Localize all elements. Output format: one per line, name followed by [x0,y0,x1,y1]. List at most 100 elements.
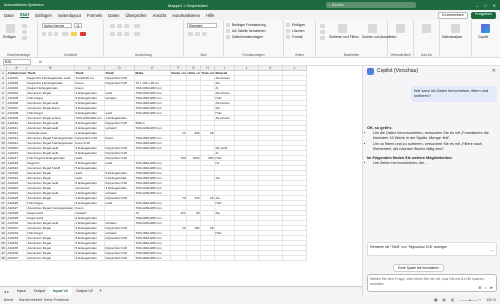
font-color-icon[interactable] [80,32,86,36]
accessibility-status[interactable]: Barrierefreiheit: Keine Probleme [19,298,69,302]
align-center-icon[interactable] [117,32,122,36]
sort-filter-icon[interactable] [338,24,347,33]
autosave-toggle[interactable]: Automatisches Speichern [4,3,44,7]
tab-seitenlayout[interactable]: Seitenlayout [58,13,81,18]
tab-formeln[interactable]: Formeln [87,13,102,18]
row-header[interactable]: 38 [0,256,7,261]
tab-einfuegen[interactable]: Einfügen [35,13,52,18]
maximize-button[interactable]: □ [484,3,486,8]
font-size-select[interactable]: 11 [74,23,82,28]
zoom-level[interactable]: 100 % [486,298,496,302]
format-as-table-button[interactable]: Als Tabelle formatieren [232,29,265,33]
percent-icon[interactable] [195,32,200,36]
tab-datei[interactable]: Datei [4,13,14,18]
tab-daten[interactable]: Daten [108,13,119,18]
tab-start[interactable]: Start [19,12,30,18]
suggestion-card[interactable]: Elemente mit "Titel3" von "Kippschutz K1… [367,242,497,256]
sheet-nav-icon[interactable]: ◂ ▸ [4,289,9,294]
tab-ansicht[interactable]: Ansicht [152,13,166,18]
addins-icon[interactable] [422,24,431,33]
answer-item: Um die Daten hervorzuheben, versuchen Si… [373,131,497,141]
format-painter-icon[interactable] [22,36,27,40]
table-cell[interactable]: A10037 [7,256,27,261]
close-icon[interactable]: ✕ [492,68,496,74]
font-name-select[interactable]: Aptos Narrow [42,23,72,28]
copy-icon[interactable] [22,30,27,34]
close-button[interactable]: ✕ [493,3,496,8]
underline-icon[interactable] [54,32,58,36]
bold-first-column-button[interactable]: Erste Spalte fett formatieren [393,264,445,272]
search-box[interactable]: ⌕ Suchen [325,2,416,8]
conditional-formatting-button[interactable]: Bedingte Formatierung [232,23,266,27]
copilot-input[interactable]: Stellen Sie eine Frage, oder teilen Sie … [367,274,497,292]
insert-cells-button[interactable]: Einfügen [292,23,305,27]
table-cell[interactable]: 700x1840x280 mm [135,256,171,261]
copilot-icon[interactable] [481,24,490,33]
clear-icon[interactable] [320,36,325,40]
cells-group: Einfügen Löschen Format Zellen [284,20,316,58]
delete-cells-button[interactable]: Löschen [292,29,304,33]
page-break-icon[interactable]: ▥ [451,298,454,302]
tab-automatisieren[interactable]: Automatisieren [172,13,200,18]
fx-icon[interactable]: fx [39,59,42,64]
copilot-title: Copilot (Vorschau) [377,68,419,74]
align-bottom-icon[interactable] [124,24,129,28]
share-button[interactable]: Freigeben [470,11,496,19]
comments-button[interactable]: Kommentare [438,11,468,19]
cut-icon[interactable] [22,24,27,28]
cell-styles-button[interactable]: Zellenformatvorlagen [232,35,263,39]
fill-color-icon[interactable] [71,32,77,36]
number-format-select[interactable]: Standard [187,23,217,28]
format-cells-button[interactable]: Format [292,35,302,39]
send-icon[interactable]: ➤ [490,285,493,291]
paste-icon[interactable] [6,24,15,33]
table-cell[interactable]: 5 Einlegeböden [75,256,105,261]
table-cell[interactable] [187,256,201,261]
currency-icon[interactable] [188,32,193,36]
ribbon-tabs: Datei Start Einfügen Seitenlayout Formel… [0,10,500,20]
conditional-formatting-icon [226,23,230,27]
table-cell[interactable] [283,256,307,261]
spreadsheet-grid[interactable]: ABCDEFGHIJKL1ArtikelnummerTitel1Titel2Ti… [0,66,362,286]
merge-icon[interactable] [134,32,140,36]
align-left-icon[interactable] [110,32,115,36]
align-top-icon[interactable] [110,24,115,28]
find-select-icon[interactable] [368,24,377,33]
tab-hilfe[interactable]: Hilfe [206,13,214,18]
more-text: Um Zeilen hervorzuheben, die ... [373,161,497,166]
data-analysis-icon[interactable] [451,24,460,33]
mic-icon[interactable]: ♪ [485,285,487,291]
copilot-input-placeholder: Stellen Sie eine Frage, oder teilen Sie … [370,277,485,286]
comma-icon[interactable] [202,32,207,36]
tab-ueberpruefen[interactable]: Überprüfen [125,13,146,18]
table-cell[interactable] [201,256,215,261]
suggestion-arrows[interactable]: ‹ › [370,249,494,253]
copilot-group: Copilot [472,20,500,58]
italic-icon[interactable] [48,32,52,36]
attach-icon[interactable]: ⊕ [478,285,481,291]
ribbon: Einfügen Zwischenablage Aptos Narrow 11 … [0,20,500,58]
table-cell[interactable] [259,256,283,261]
add-sheet-button[interactable]: + [99,288,102,294]
zoom-slider[interactable]: – ——●—— + [459,298,481,302]
autosum-icon[interactable] [320,24,325,28]
table-cell[interactable] [235,256,259,261]
table-cell[interactable]: Aluminium Regal [27,256,75,261]
align-right-icon[interactable] [124,32,129,36]
sensitivity-icon[interactable] [396,24,405,33]
name-box[interactable]: B28 [3,58,31,65]
table-cell[interactable] [215,256,235,261]
table-cell[interactable]: Kippschutz K18 [105,256,135,261]
table-cell[interactable] [171,256,187,261]
user-message: Wie kann ich Daten hervorheben, filtern … [411,86,497,102]
bold-icon[interactable] [42,32,46,36]
border-icon[interactable] [62,32,68,36]
normal-view-icon[interactable]: ▦ [434,298,437,302]
clipboard-group: Einfügen Zwischenablage [0,20,38,58]
fill-icon[interactable] [320,30,325,34]
page-layout-icon[interactable]: ▤ [442,298,445,302]
font-group: Aptos Narrow 11 Schriftart [38,20,104,58]
minimize-button[interactable]: – [476,3,478,8]
align-middle-icon[interactable] [117,24,122,28]
wrap-text-icon[interactable] [134,24,140,28]
